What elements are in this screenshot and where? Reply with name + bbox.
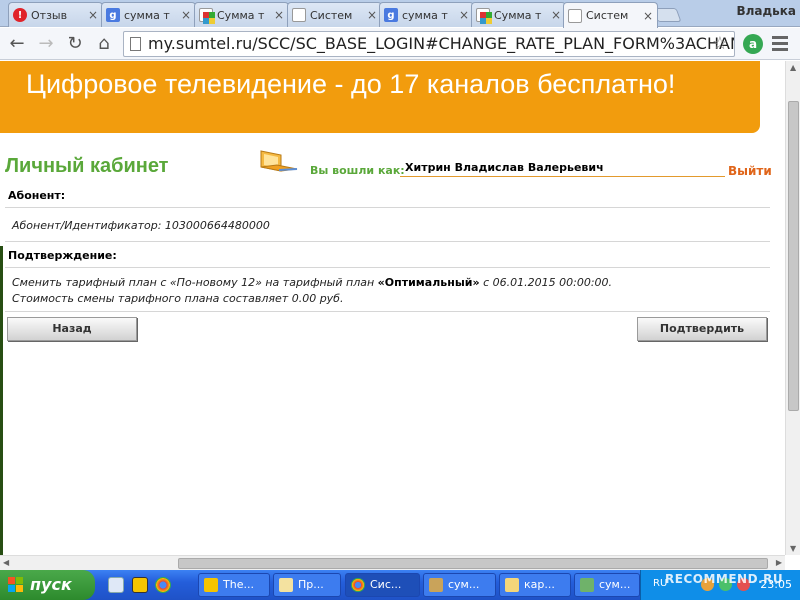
new-plan-name: «Оптимальный»	[377, 276, 480, 289]
tab-strip: ! Отзыв × g сумма т × Сумма т × Систем ×…	[0, 0, 800, 28]
vertical-scroll-thumb[interactable]	[788, 101, 799, 411]
change-plan-text: Сменить тарифный план с «По-новому 12» н…	[12, 276, 612, 289]
home-icon[interactable]: ⌂	[93, 33, 115, 55]
chrome-icon	[351, 578, 365, 592]
confirm-button[interactable]: Подтвердить	[637, 317, 767, 341]
back-arrow-icon[interactable]: ←	[6, 33, 28, 55]
taskbar-item-sum-1[interactable]: сум...	[423, 573, 496, 597]
divider	[5, 241, 770, 242]
watermark: RECOMMEND.RU	[665, 572, 784, 586]
tab-label: сумма т	[124, 8, 170, 22]
taskbar-item-chrome[interactable]: Сис...	[345, 573, 420, 597]
logout-link[interactable]: Выйти	[728, 164, 772, 178]
divider	[5, 311, 770, 312]
tab-google-search-2[interactable]: g сумма т ×	[379, 2, 474, 27]
scroll-up-icon[interactable]: ▲	[790, 63, 796, 72]
menu-icon[interactable]	[772, 36, 788, 52]
url-text: my.sumtel.ru/SCC/SC_BASE_LOGIN#CHANGE_RA…	[148, 34, 735, 53]
banner-text: Цифровое телевидение - до 17 каналов бес…	[26, 69, 676, 99]
bookmark-star-icon[interactable]: ☆	[712, 32, 728, 56]
scroll-left-icon[interactable]: ◀	[3, 558, 9, 567]
tab-google-search-1[interactable]: g сумма т ×	[101, 2, 196, 27]
profile-name[interactable]: Владька	[736, 4, 796, 18]
promo-banner[interactable]: Цифровое телевидение - до 17 каналов бес…	[0, 61, 760, 133]
cost-text: Стоимость смены тарифного плана составля…	[12, 292, 344, 305]
task-label: Пр...	[298, 578, 324, 591]
back-button[interactable]: Назад	[7, 317, 137, 341]
user-name: Хитрин Владислав Валерьевич	[400, 161, 725, 177]
task-label: кар...	[524, 578, 555, 591]
image-icon	[580, 578, 594, 592]
document-icon	[292, 8, 306, 22]
tab-sumtel-2[interactable]: Сумма т ×	[471, 2, 566, 27]
folder-icon	[505, 578, 519, 592]
close-icon[interactable]: ×	[181, 8, 191, 22]
folder-icon	[279, 578, 293, 592]
close-icon[interactable]: ×	[367, 8, 377, 22]
horizontal-scroll-thumb[interactable]	[178, 558, 768, 569]
start-label: пуск	[30, 575, 72, 594]
tab-label: Отзыв	[31, 8, 68, 22]
left-border	[0, 246, 3, 555]
sumtel-icon	[476, 8, 490, 22]
task-label: Сис...	[370, 578, 402, 591]
tab-sumtel-1[interactable]: Сумма т ×	[194, 2, 289, 27]
divider	[5, 207, 770, 208]
google-icon: g	[106, 8, 120, 22]
tab-label: Сумма т	[494, 8, 542, 22]
forward-arrow-icon[interactable]: →	[35, 33, 57, 55]
vertical-scrollbar[interactable]: ▲ ▼	[785, 61, 800, 555]
tab-system-1[interactable]: Систем ×	[287, 2, 382, 27]
sumtel-icon	[199, 8, 213, 22]
tab-label: Систем	[586, 9, 629, 22]
close-icon[interactable]: ×	[459, 8, 469, 22]
horizontal-scrollbar[interactable]: ◀ ▶	[0, 555, 785, 570]
scroll-down-icon[interactable]: ▼	[790, 544, 796, 553]
tab-label: Систем	[310, 8, 353, 22]
taskbar-item-sum-2[interactable]: сум...	[574, 573, 640, 597]
windows-logo-icon	[8, 577, 24, 593]
tab-label: Сумма т	[217, 8, 265, 22]
media-player-icon[interactable]	[132, 577, 148, 593]
taskbar-item-the[interactable]: The...	[198, 573, 270, 597]
subscriber-id: Абонент/Идентификатор: 103000664480000	[12, 219, 270, 232]
close-icon[interactable]: ×	[88, 8, 98, 22]
extension-icon[interactable]: a	[743, 34, 763, 54]
otzovik-icon: !	[13, 8, 27, 22]
google-icon: g	[384, 8, 398, 22]
close-icon[interactable]: ×	[274, 8, 284, 22]
close-icon[interactable]: ×	[643, 9, 653, 23]
page-icon	[130, 37, 141, 51]
app-icon	[429, 578, 443, 592]
start-button[interactable]: пуск	[0, 570, 95, 600]
app-icon	[204, 578, 218, 592]
close-icon[interactable]: ×	[551, 8, 561, 22]
tab-system-active[interactable]: Систем ×	[563, 2, 658, 28]
taskbar-item-kar[interactable]: кар...	[499, 573, 571, 597]
subscriber-heading: Абонент:	[8, 189, 66, 202]
divider	[5, 267, 770, 268]
change-plan-suffix: с 06.01.2015 00:00:00.	[479, 276, 613, 289]
tab-label: сумма т	[402, 8, 448, 22]
scroll-right-icon[interactable]: ▶	[776, 558, 782, 567]
reload-icon[interactable]: ↻	[64, 33, 86, 55]
logged-in-label: Вы вошли как:	[310, 164, 405, 177]
tab-otzovik[interactable]: ! Отзыв ×	[8, 2, 103, 27]
page-content: Цифровое телевидение - до 17 каналов бес…	[0, 61, 785, 555]
task-label: сум...	[599, 578, 631, 591]
task-label: сум...	[448, 578, 480, 591]
internet-explorer-icon[interactable]	[108, 577, 124, 593]
address-bar[interactable]: my.sumtel.ru/SCC/SC_BASE_LOGIN#CHANGE_RA…	[123, 31, 735, 57]
taskbar-item-pr[interactable]: Пр...	[273, 573, 341, 597]
page-title: Личный кабинет	[5, 155, 169, 177]
confirmation-heading: Подтверждение:	[8, 249, 117, 262]
task-label: The...	[223, 578, 254, 591]
chrome-icon[interactable]	[155, 577, 171, 593]
change-plan-prefix: Сменить тарифный план с «По-новому 12» н…	[12, 276, 378, 289]
laptop-icon	[260, 150, 298, 172]
browser-toolbar: ← → ↻ ⌂ my.sumtel.ru/SCC/SC_BASE_LOGIN#C…	[0, 28, 800, 60]
document-icon	[568, 8, 582, 23]
